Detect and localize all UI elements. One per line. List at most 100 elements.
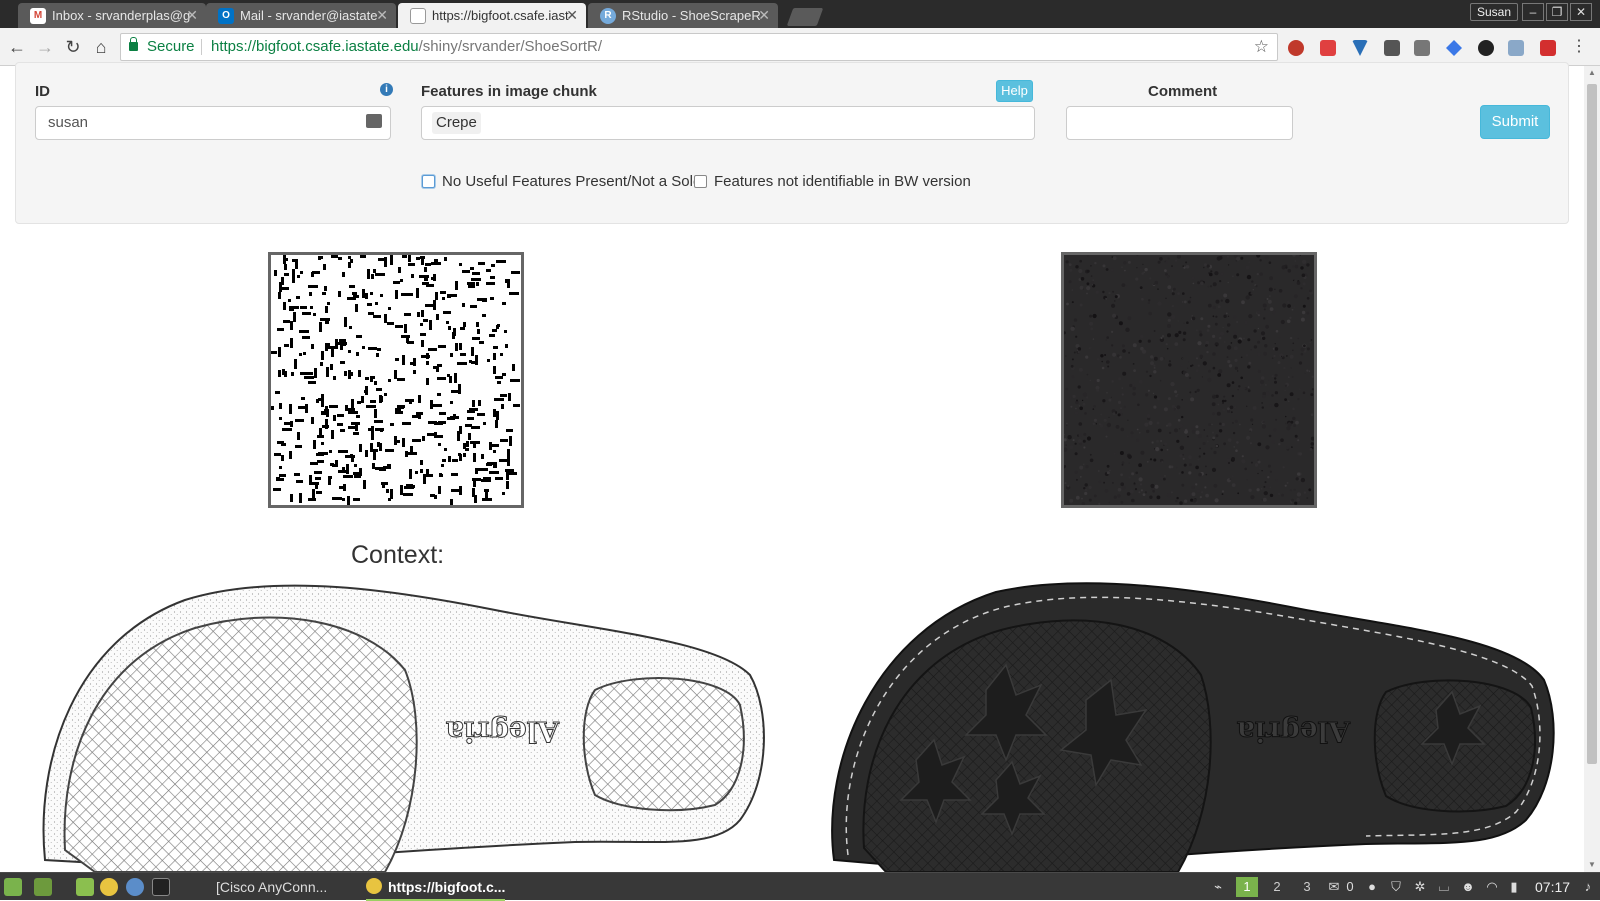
extension-screenshot-icon[interactable] [1384,40,1400,56]
texture-speck [1221,422,1225,427]
texture-speck [1178,472,1181,475]
texture-mark [295,265,298,269]
lock-tray-icon[interactable]: ● [1364,879,1380,895]
texture-speck [1166,424,1168,427]
workspace-1[interactable]: 1 [1236,877,1258,897]
restore-icon[interactable]: ❐ [1546,3,1568,21]
scrollbar-thumb[interactable] [1587,84,1597,764]
texture-speck [1241,300,1245,305]
feature-tag[interactable]: Crepe [432,112,481,134]
tab-bigfoot[interactable]: https://bigfoot.csafe.iast ✕ [398,3,586,28]
close-icon[interactable]: ✕ [566,3,578,28]
texture-speck [1086,396,1089,399]
tab-rstudio[interactable]: R RStudio - ShoeScrapeR ✕ [588,3,778,28]
keyboard-tray-icon[interactable]: ⌴ [1436,879,1452,895]
texture-mark [331,255,338,258]
system-monitor-icon[interactable]: ⌁ [1210,879,1226,895]
tab-outlook[interactable]: O Mail - srvander@iastate ✕ [206,3,396,28]
outlook-icon: O [218,8,234,24]
texture-speck [1067,435,1072,440]
chrome-icon[interactable] [100,878,118,896]
texture-speck [1245,265,1250,270]
files-icon[interactable] [76,878,94,896]
extension-g-icon[interactable] [1478,40,1494,56]
clock[interactable]: 07:17 [1535,873,1570,901]
show-desktop-icon[interactable] [34,878,52,896]
extension-calendar-icon[interactable] [1320,40,1336,56]
info-icon[interactable]: i [380,83,393,96]
home-icon[interactable]: ⌂ [90,36,112,58]
back-icon[interactable]: ← [6,36,28,58]
color-image-chunk [1061,252,1317,508]
texture-speck [1077,438,1082,444]
secure-label: Secure [147,38,195,55]
terminal-icon[interactable] [152,878,170,896]
texture-speck [1167,333,1171,338]
not-identifiable-checkbox[interactable] [694,175,707,188]
extension-red-icon[interactable] [1540,40,1556,56]
tab-gmail[interactable]: M Inbox - srvanderplas@g ✕ [18,3,206,28]
minimize-icon[interactable]: – [1522,3,1544,21]
shield-icon[interactable]: ⛉ [1388,879,1404,895]
bookmark-star-icon[interactable]: ☆ [1254,34,1269,60]
scroll-down-icon[interactable]: ▼ [1587,860,1597,870]
features-select[interactable]: Crepe [421,106,1035,140]
mint-menu-icon[interactable] [4,878,22,896]
workspace-3[interactable]: 3 [1296,877,1318,897]
texture-speck [1247,386,1250,388]
page-scrollbar[interactable]: ▲ ▼ [1584,66,1600,872]
taskbar-window-cisco[interactable]: [Cisco AnyConn... [216,873,327,901]
user-icon[interactable]: ☻ [1460,879,1476,895]
extension-diamond-icon[interactable] [1446,40,1462,56]
no-features-checkbox[interactable] [422,175,435,188]
battery-icon[interactable]: ▮ [1506,879,1522,895]
volume-icon[interactable]: ♪ [1580,879,1596,895]
texture-speck [1212,366,1216,370]
new-tab-button[interactable] [786,8,824,26]
texture-speck [1240,256,1244,260]
texture-speck [1264,373,1266,375]
address-bar[interactable]: Secure https://bigfoot.csafe.iastate.edu… [120,33,1278,61]
ublock-icon[interactable] [1288,40,1304,56]
comment-input[interactable] [1066,106,1293,140]
close-icon[interactable]: ✕ [758,3,770,28]
texture-speck [1130,493,1132,495]
workspace-2[interactable]: 2 [1266,877,1288,897]
texture-speck [1272,310,1276,315]
wifi-icon[interactable]: ◠ [1484,879,1500,895]
forward-icon[interactable]: → [34,36,56,58]
texture-speck [1111,330,1114,333]
extension-y-icon[interactable] [1352,40,1368,56]
texture-speck [1246,405,1248,407]
close-window-icon[interactable]: ✕ [1570,3,1592,21]
texture-mark [460,327,465,330]
extension-puzzle-icon[interactable] [1508,40,1524,56]
close-icon[interactable]: ✕ [376,3,388,28]
texture-speck [1146,414,1151,418]
extension-s-icon[interactable] [1414,40,1430,56]
texture-mark [312,489,315,499]
settings-icon[interactable]: ✲ [1412,879,1428,895]
profile-button[interactable]: Susan [1470,3,1519,21]
texture-mark [325,419,328,429]
mail-icon[interactable]: ✉ [1326,879,1342,895]
scroll-up-icon[interactable]: ▲ [1587,68,1597,78]
texture-speck [1121,393,1124,396]
texture-speck [1204,486,1207,489]
texture-speck [1214,271,1219,276]
menu-icon[interactable]: ⋮ [1568,36,1590,58]
submit-button[interactable]: Submit [1480,105,1550,139]
taskbar-window-chrome[interactable]: https://bigfoot.c... [366,873,506,901]
texture-mark [342,498,345,501]
r-icon[interactable] [126,878,144,896]
texture-mark [299,330,309,333]
texture-mark [493,409,496,417]
keyboard-icon[interactable] [366,114,382,128]
texture-speck [1123,405,1126,409]
texture-mark [441,464,444,467]
id-input[interactable]: susan [35,106,391,140]
texture-mark [283,302,286,310]
help-button[interactable]: Help [996,80,1033,102]
close-icon[interactable]: ✕ [186,3,198,28]
reload-icon[interactable]: ↻ [62,36,84,58]
